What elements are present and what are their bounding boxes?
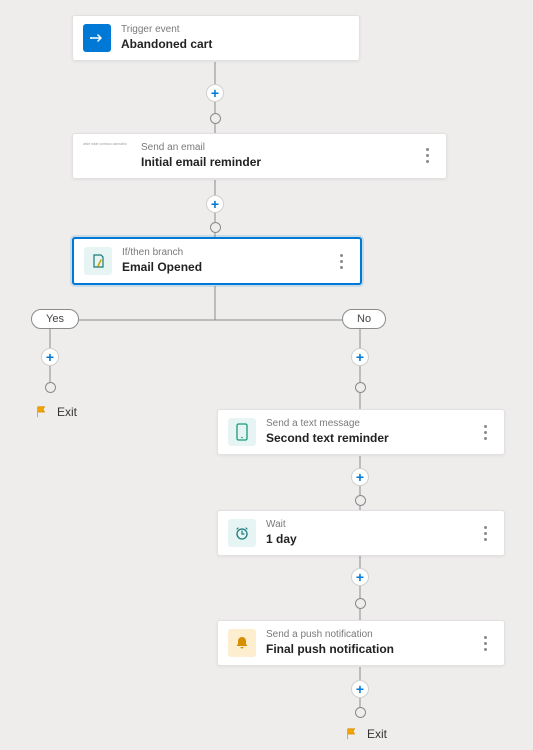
card-type: Wait [266, 519, 476, 532]
sms-icon [228, 418, 256, 446]
card-title: Abandoned cart [121, 37, 349, 52]
add-step-button[interactable]: + [351, 680, 369, 698]
email-preview-thumbnail: wide wide contoso cannabis [83, 142, 131, 146]
card-title: Final push notification [266, 642, 476, 657]
card-type: Send an email [141, 142, 418, 155]
add-step-button[interactable]: + [206, 84, 224, 102]
add-step-button[interactable]: + [41, 348, 59, 366]
wait-icon [228, 519, 256, 547]
add-step-button[interactable]: + [351, 568, 369, 586]
exit-label: Exit [57, 405, 77, 419]
card-title: Email Opened [122, 260, 332, 275]
exit-no: Exit [345, 727, 387, 741]
push-icon [228, 629, 256, 657]
card-type: Send a push notification [266, 629, 476, 642]
add-step-button[interactable]: + [351, 348, 369, 366]
card-trigger[interactable]: Trigger event Abandoned cart [72, 15, 360, 61]
card-branch[interactable]: If/then branch Email Opened [72, 237, 362, 285]
exit-label: Exit [367, 727, 387, 741]
trigger-icon [83, 24, 111, 52]
connector-dot [355, 598, 366, 609]
card-menu-button[interactable] [476, 420, 494, 444]
connector-dot [355, 495, 366, 506]
exit-yes: Exit [35, 405, 77, 419]
card-push[interactable]: Send a push notification Final push noti… [217, 620, 505, 666]
connector-dot [210, 222, 221, 233]
card-title: 1 day [266, 532, 476, 547]
card-menu-button[interactable] [476, 521, 494, 545]
card-title: Initial email reminder [141, 155, 418, 170]
card-menu-button[interactable] [418, 144, 436, 168]
card-menu-button[interactable] [476, 631, 494, 655]
card-wait[interactable]: Wait 1 day [217, 510, 505, 556]
flag-icon [35, 405, 49, 419]
card-type: Send a text message [266, 418, 476, 431]
card-title: Second text reminder [266, 431, 476, 446]
flag-icon [345, 727, 359, 741]
add-step-button[interactable]: + [206, 195, 224, 213]
card-type: Trigger event [121, 24, 349, 37]
card-type: If/then branch [122, 247, 332, 260]
card-email[interactable]: wide wide contoso cannabis Send an email… [72, 133, 447, 179]
branch-icon [84, 247, 112, 275]
card-menu-button[interactable] [332, 249, 350, 273]
connector-dot [210, 113, 221, 124]
branch-yes-label: Yes [31, 309, 79, 329]
card-sms[interactable]: Send a text message Second text reminder [217, 409, 505, 455]
branch-no-label: No [342, 309, 386, 329]
connector-dot [355, 382, 366, 393]
add-step-button[interactable]: + [351, 468, 369, 486]
connector-dot [45, 382, 56, 393]
connector-dot [355, 707, 366, 718]
